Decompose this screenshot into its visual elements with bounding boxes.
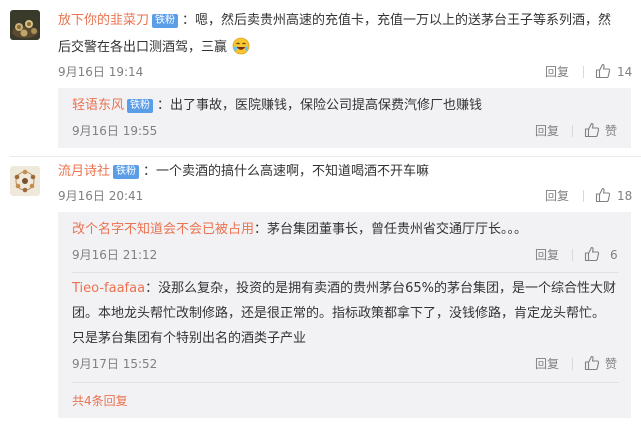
more-replies-link[interactable]: 共4条回复 — [72, 393, 128, 409]
comment-text: 流月诗社 铁粉 ：一个卖酒的搞什么高速啊，不知道喝酒不开车嘛 — [58, 163, 429, 181]
like-label[interactable]: 赞 — [605, 123, 617, 139]
comment-timestamp: 9月16日 19:14 — [58, 65, 144, 79]
action-divider — [572, 125, 573, 137]
reply-button[interactable]: 回复 — [545, 64, 569, 80]
reply-body-line: ：出了事故，医院赚钱，保险公司提高保费汽修厂也赚钱 — [157, 98, 483, 113]
tea-cups-avatar-icon — [10, 10, 40, 40]
reply-divider — [72, 272, 619, 273]
reply-button[interactable]: 回复 — [535, 356, 559, 372]
comment-text: 放下你的韭菜刀 铁粉 ：嗯，然后卖贵州高速的充值卡，充值一万以上的送茅台王子等系列酒… — [58, 12, 611, 30]
comment-body-line: 后交警在各出口测酒驾，三赢 — [58, 40, 228, 55]
comment-body-line: ：嗯，然后卖贵州高速的充值卡，充值一万以上的送茅台王子等系列酒，然 — [182, 13, 612, 28]
comment-body-line: ：一个卖酒的搞什么高速啊，不知道喝酒不开车嘛 — [143, 164, 430, 179]
action-divider — [572, 358, 573, 370]
thumbs-up-icon[interactable] — [595, 187, 611, 203]
fan-badge: 铁粉 — [113, 165, 140, 179]
reply-body-line: 团。本地龙头帮忙改制修路，还是很正常的。指标政策都拿下了，没钱修路，肯定龙头帮忙… — [72, 306, 606, 321]
reply-text-line3: 只是茅台集团有个特别出名的酒类子产业 — [72, 330, 306, 348]
comment-thread: 放下你的韭菜刀 铁粉 ：嗯，然后卖贵州高速的充值卡，充值一万以上的送茅台王子等系列酒… — [0, 0, 641, 424]
laughing-emoji-icon — [232, 37, 250, 55]
like-count[interactable]: 18 — [617, 188, 632, 204]
fan-badge: 铁粉 — [127, 99, 154, 113]
reply-body-line: ：没那么复杂，投资的是拥有卖酒的贵州茅台65%的茅台集团，是一个综合性大财 — [145, 281, 616, 296]
action-divider — [583, 190, 584, 202]
like-label[interactable]: 赞 — [605, 356, 617, 372]
username-link[interactable]: 轻语东风 — [72, 98, 124, 113]
comment-divider — [10, 156, 641, 157]
reply-timestamp: 9月16日 21:12 — [72, 248, 158, 262]
comment-text-line2: 后交警在各出口测酒驾，三赢 — [58, 37, 250, 57]
reply-divider — [72, 382, 619, 383]
reply-body-line: 只是茅台集团有个特别出名的酒类子产业 — [72, 331, 307, 346]
comment-timestamp: 9月16日 20:41 — [58, 189, 144, 203]
username-link[interactable]: 放下你的韭菜刀 — [58, 13, 149, 28]
avatar[interactable] — [10, 10, 40, 40]
thumbs-up-icon[interactable] — [584, 355, 600, 371]
username-link[interactable]: 流月诗社 — [58, 164, 110, 179]
action-divider — [572, 249, 573, 261]
reply-text-line2: 团。本地龙头帮忙改制修路，还是很正常的。指标政策都拿下了，没钱修路，肯定龙头帮忙… — [72, 305, 605, 323]
reply-timestamp: 9月16日 19:55 — [72, 124, 158, 138]
username-link[interactable]: Tieo-faafaa — [72, 281, 145, 296]
like-count[interactable]: 6 — [610, 247, 618, 263]
thumbs-up-icon[interactable] — [595, 63, 611, 79]
reply-button[interactable]: 回复 — [535, 123, 559, 139]
tea-set-avatar-icon — [10, 166, 40, 196]
action-divider — [583, 66, 584, 78]
reply-button[interactable]: 回复 — [535, 247, 559, 263]
thumbs-up-icon[interactable] — [584, 122, 600, 138]
username-link[interactable]: 改个名字不知道会不会已被占用 — [72, 222, 254, 237]
reply-text: 轻语东风 铁粉 ：出了事故，医院赚钱，保险公司提高保费汽修厂也赚钱 — [72, 97, 482, 115]
avatar[interactable] — [10, 166, 40, 196]
reply-text: Tieo-faafaa：没那么复杂，投资的是拥有卖酒的贵州茅台65%的茅台集团，… — [72, 280, 616, 298]
like-count[interactable]: 14 — [617, 64, 632, 80]
thumbs-up-icon[interactable] — [584, 246, 600, 262]
reply-timestamp: 9月17日 15:52 — [72, 357, 158, 371]
fan-badge: 铁粉 — [152, 14, 179, 28]
reply-button[interactable]: 回复 — [545, 188, 569, 204]
reply-text: 改个名字不知道会不会已被占用：茅台集团董事长，曾任贵州省交通厅厅长。。。 — [72, 221, 527, 239]
reply-body-line: ：茅台集团董事长，曾任贵州省交通厅厅长。。。 — [254, 222, 528, 237]
